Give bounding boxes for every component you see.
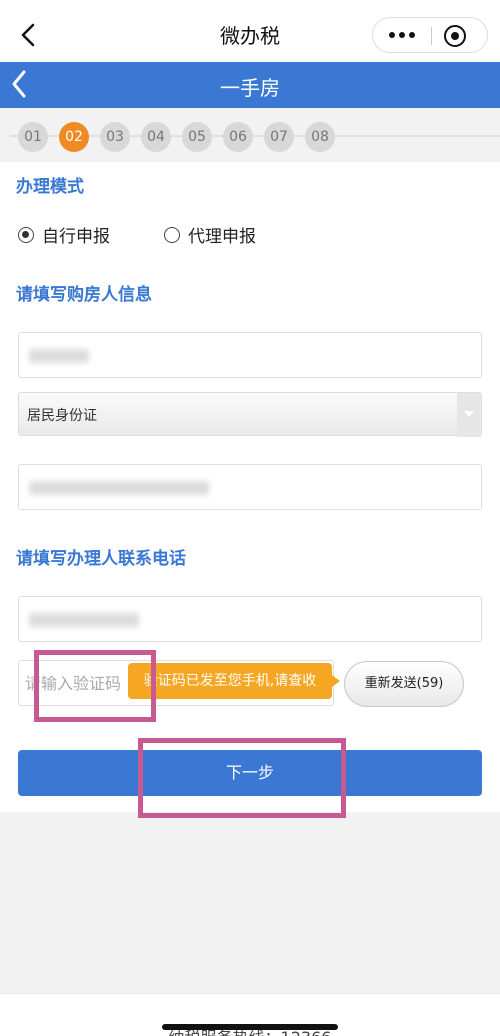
step-05: 05 (182, 122, 212, 152)
mode-title: 办理模式 (16, 177, 84, 197)
step-indicator: 01 02 03 04 05 06 07 08 (0, 108, 500, 162)
redacted-name (29, 349, 89, 363)
buyer-info-title: 请填写购房人信息 (16, 285, 152, 305)
buyer-name-input[interactable] (18, 332, 482, 378)
resend-code-button[interactable]: 重新发送(59) (344, 661, 464, 707)
page-header: 一手房 (0, 62, 500, 108)
radio-self-report[interactable]: 自行申报 (18, 222, 110, 247)
id-type-value: 居民身份证 (27, 408, 97, 424)
radio-checked-icon (18, 226, 34, 243)
radio-label: 自行申报 (42, 227, 110, 247)
phone-input[interactable] (18, 596, 482, 642)
capsule-divider (431, 27, 432, 45)
step-03: 03 (100, 122, 130, 152)
highlight-box-code (34, 650, 156, 722)
step-04: 04 (141, 122, 171, 152)
step-07: 07 (264, 122, 294, 152)
code-sent-tooltip: 验证码已发至您手机,请查收 (128, 663, 340, 699)
step-01: 01 (18, 122, 48, 152)
radio-agent-report[interactable]: 代理申报 (164, 222, 256, 247)
step-08: 08 (305, 122, 335, 152)
dropdown-caret-icon (457, 393, 481, 437)
home-indicator (162, 1024, 338, 1030)
mini-program-capsule (372, 17, 488, 53)
redacted-id-number (29, 481, 209, 495)
radio-label: 代理申报 (188, 227, 256, 247)
id-number-input[interactable] (18, 464, 482, 510)
redacted-phone (29, 613, 139, 627)
status-bar (0, 0, 500, 8)
id-type-select[interactable]: 居民身份证 (18, 392, 482, 437)
page-title: 一手房 (220, 76, 280, 100)
more-dots-icon[interactable] (373, 18, 431, 52)
highlight-box-next (138, 738, 346, 818)
step-06: 06 (223, 122, 253, 152)
radio-unchecked-icon (164, 226, 180, 243)
wechat-nav-bar: 微办税 (0, 8, 500, 62)
step-02: 02 (59, 122, 89, 152)
contact-phone-title: 请填写办理人联系电话 (16, 549, 186, 569)
close-circle-icon[interactable] (444, 25, 466, 47)
